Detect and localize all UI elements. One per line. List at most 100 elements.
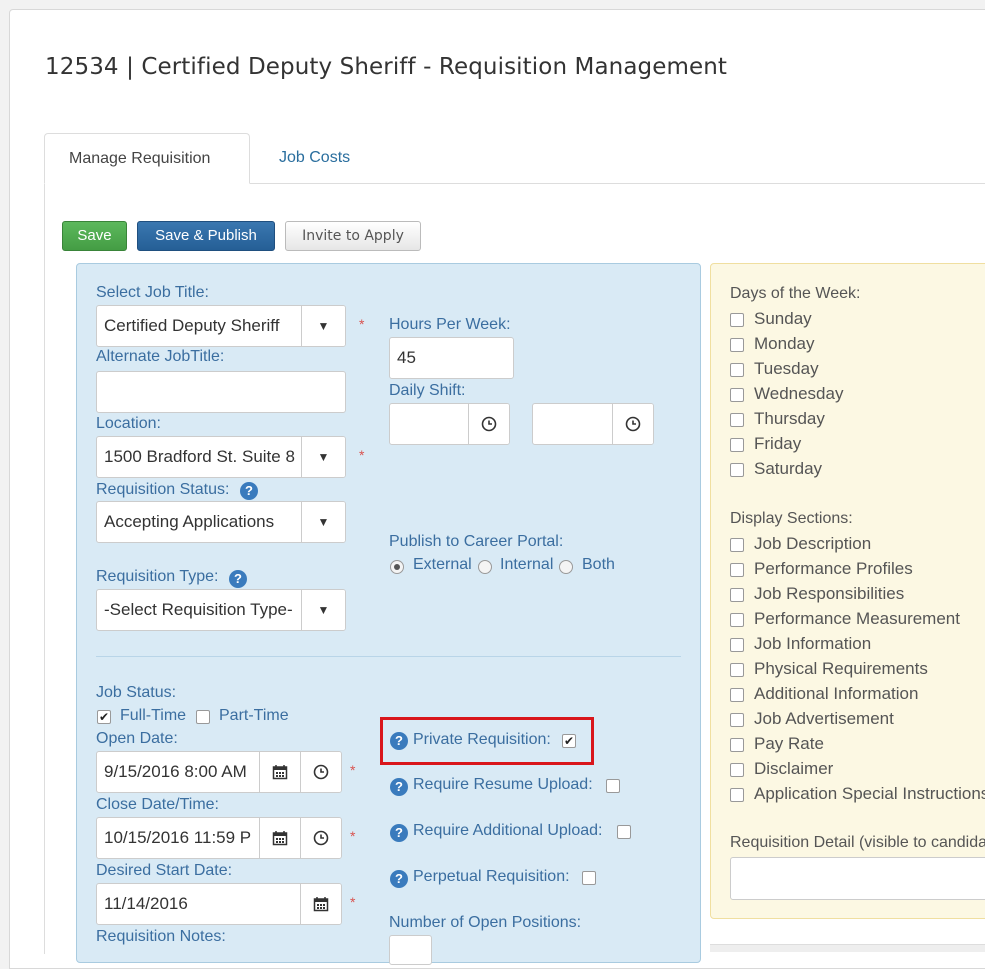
section-checkbox[interactable]: [730, 638, 744, 652]
close-date-input[interactable]: 10/15/2016 11:59 P: [96, 817, 342, 859]
portal-label: Publish to Career Portal:: [389, 533, 564, 550]
job-title-select[interactable]: Certified Deputy Sheriff ▼: [96, 305, 346, 347]
help-icon[interactable]: ?: [229, 570, 247, 588]
notes-label: Requisition Notes:: [96, 928, 226, 945]
section-checkbox[interactable]: [730, 763, 744, 777]
radio-internal-label: Internal: [500, 556, 554, 573]
section-label: Job Responsibilities: [754, 584, 905, 603]
content-border: [44, 184, 45, 954]
calendar-icon[interactable]: [259, 752, 300, 792]
clock-icon[interactable]: [612, 404, 653, 444]
alt-title-input[interactable]: [96, 371, 346, 413]
additional-checkbox[interactable]: [617, 825, 631, 839]
private-checkbox[interactable]: ✔: [562, 734, 576, 748]
day-label: Wednesday: [754, 384, 844, 403]
day-checkbox[interactable]: [730, 313, 744, 327]
location-value: 1500 Bradford St. Suite 8: [104, 447, 295, 466]
required-marker: *: [350, 828, 356, 844]
resume-checkbox[interactable]: [606, 779, 620, 793]
day-checkbox[interactable]: [730, 438, 744, 452]
clock-icon[interactable]: [468, 404, 509, 444]
status-label: Requisition Status:: [96, 481, 230, 498]
hours-input[interactable]: 45: [389, 337, 514, 379]
section-checkbox[interactable]: [730, 588, 744, 602]
tab-manage-requisition[interactable]: Manage Requisition: [44, 133, 250, 184]
section-checkbox[interactable]: [730, 738, 744, 752]
chevron-down-icon: ▼: [301, 502, 345, 542]
start-date-input[interactable]: 11/14/2016: [96, 883, 342, 925]
section-checkbox[interactable]: [730, 538, 744, 552]
calendar-icon[interactable]: [300, 884, 341, 924]
open-positions-input[interactable]: [389, 935, 432, 965]
type-label: Requisition Type:: [96, 568, 219, 585]
section-label: Performance Profiles: [754, 559, 913, 578]
location-label: Location:: [96, 415, 161, 432]
day-checkbox[interactable]: [730, 338, 744, 352]
job-title-label: Select Job Title:: [96, 284, 209, 301]
section-label: Job Information: [754, 634, 872, 653]
start-date-label: Desired Start Date:: [96, 862, 233, 879]
type-select[interactable]: -Select Requisition Type- ▼: [96, 589, 346, 631]
open-date-value: 9/15/2016 8:00 AM: [104, 762, 247, 781]
chevron-down-icon: ▼: [301, 306, 345, 346]
radio-internal[interactable]: [478, 560, 492, 574]
chevron-down-icon: ▼: [301, 590, 345, 630]
radio-both[interactable]: [559, 560, 573, 574]
open-positions-label: Number of Open Positions:: [389, 914, 582, 931]
section-checkbox[interactable]: [730, 788, 744, 802]
perpetual-label: Perpetual Requisition:: [413, 868, 570, 885]
section-label: Application Special Instructions: [754, 784, 985, 803]
tab-job-costs[interactable]: Job Costs: [255, 133, 374, 184]
shift-label: Daily Shift:: [389, 382, 466, 399]
day-label: Sunday: [754, 309, 812, 328]
day-checkbox[interactable]: [730, 388, 744, 402]
alt-title-label: Alternate JobTitle:: [96, 348, 225, 365]
day-label: Friday: [754, 434, 802, 453]
help-icon[interactable]: ?: [240, 482, 258, 500]
day-checkbox[interactable]: [730, 463, 744, 477]
save-publish-button[interactable]: Save & Publish: [137, 221, 275, 251]
clock-icon[interactable]: [300, 818, 341, 858]
section-checkbox[interactable]: [730, 713, 744, 727]
location-select[interactable]: 1500 Bradford St. Suite 8 ▼: [96, 436, 346, 478]
radio-external[interactable]: [390, 560, 404, 574]
day-label: Monday: [754, 334, 815, 353]
status-select[interactable]: Accepting Applications ▼: [96, 501, 346, 543]
day-checkbox[interactable]: [730, 363, 744, 377]
sections-label: Display Sections:: [730, 510, 853, 527]
detail-input[interactable]: [730, 857, 985, 900]
section-checkbox[interactable]: [730, 663, 744, 677]
part-time-label: Part-Time: [219, 707, 289, 724]
invite-to-apply-button[interactable]: Invite to Apply: [285, 221, 421, 251]
shift-start-input[interactable]: [389, 403, 510, 445]
open-date-label: Open Date:: [96, 730, 178, 747]
section-label: Pay Rate: [754, 734, 824, 753]
open-date-input[interactable]: 9/15/2016 8:00 AM: [96, 751, 342, 793]
perpetual-checkbox[interactable]: [582, 871, 596, 885]
start-date-value: 11/14/2016: [104, 894, 188, 913]
required-marker: *: [359, 447, 365, 463]
day-checkbox[interactable]: [730, 413, 744, 427]
help-icon[interactable]: ?: [390, 732, 408, 750]
help-icon[interactable]: ?: [390, 778, 408, 796]
section-checkbox[interactable]: [730, 563, 744, 577]
part-time-checkbox[interactable]: [196, 710, 210, 724]
hours-value: 45: [397, 348, 416, 367]
full-time-checkbox[interactable]: ✔: [97, 710, 111, 724]
shift-end-input[interactable]: [532, 403, 654, 445]
day-label: Saturday: [754, 459, 823, 478]
clock-icon[interactable]: [300, 752, 341, 792]
close-date-label: Close Date/Time:: [96, 796, 219, 813]
calendar-icon[interactable]: [259, 818, 300, 858]
job-status-label: Job Status:: [96, 684, 177, 701]
help-icon[interactable]: ?: [390, 824, 408, 842]
section-checkbox[interactable]: [730, 613, 744, 627]
close-date-value: 10/15/2016 11:59 P: [104, 828, 252, 847]
help-icon[interactable]: ?: [390, 870, 408, 888]
radio-external-label: External: [413, 556, 472, 573]
section-checkbox[interactable]: [730, 688, 744, 702]
hours-label: Hours Per Week:: [389, 316, 511, 333]
save-button[interactable]: Save: [62, 221, 127, 251]
page-title: 12534 | Certified Deputy Sheriff - Requi…: [45, 54, 728, 80]
section-label: Disclaimer: [754, 759, 834, 778]
